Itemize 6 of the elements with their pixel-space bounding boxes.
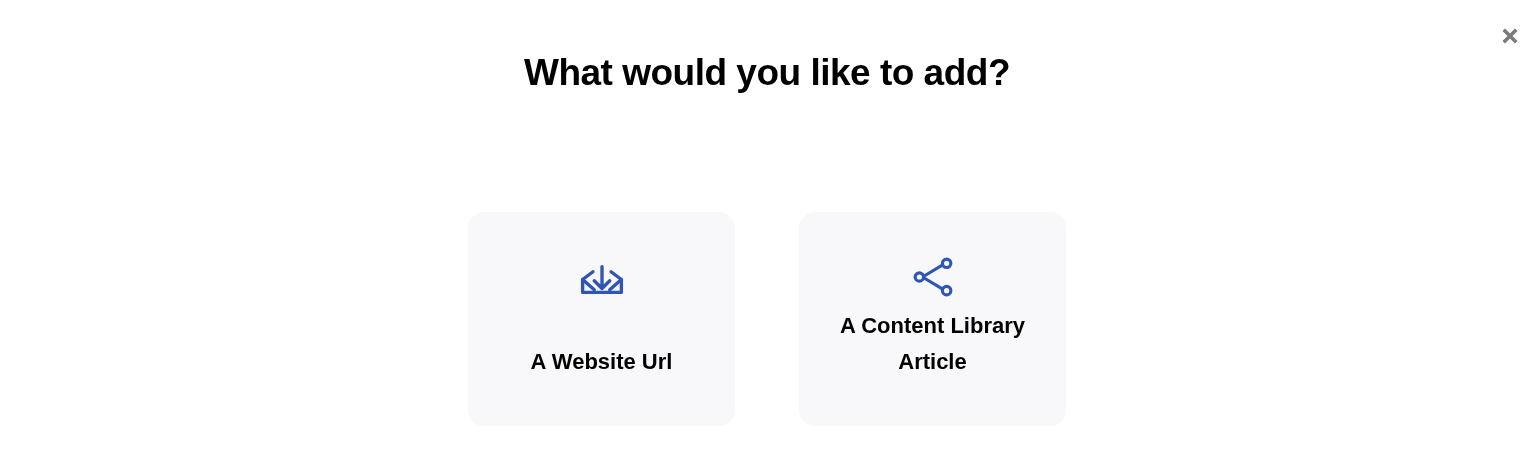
download-icon (579, 264, 624, 295)
dialog-title: What would you like to add? (524, 52, 1010, 94)
option-card[interactable]: A Content Library Article (799, 212, 1066, 426)
option-card[interactable]: A Website Url (468, 212, 735, 426)
share-icon (911, 256, 954, 298)
close-button[interactable] (1502, 28, 1518, 44)
